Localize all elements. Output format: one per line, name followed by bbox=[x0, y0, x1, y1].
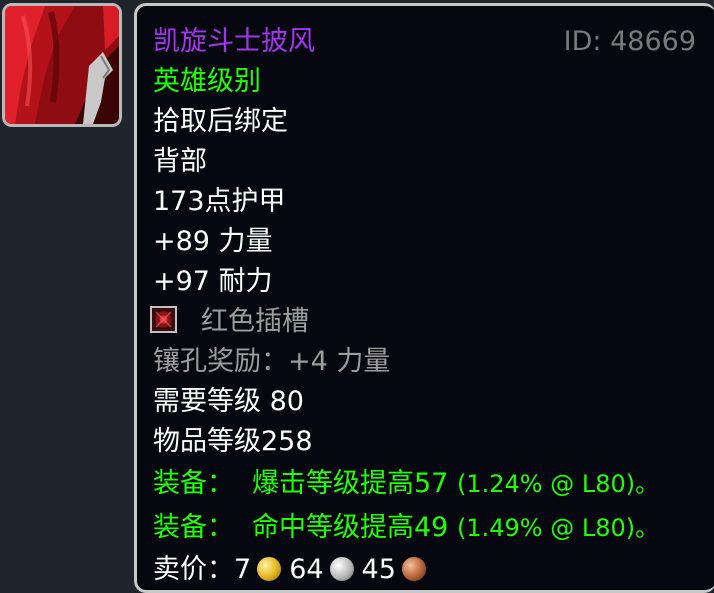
item-id: ID: 48669 bbox=[563, 26, 696, 57]
copper-coin-icon bbox=[401, 556, 426, 581]
socket-label: 红色插槽 bbox=[201, 306, 309, 337]
sell-price-label: 卖价： bbox=[153, 554, 234, 585]
item-quality: 英雄级别 bbox=[153, 66, 261, 97]
equip-effect-text: 爆击等级提高57 bbox=[252, 468, 449, 499]
red-cloak-icon[interactable] bbox=[2, 3, 122, 127]
copper-amount: 45 bbox=[361, 554, 396, 585]
equip-prefix: 装备： bbox=[153, 512, 234, 543]
stat-stamina: +97 耐力 bbox=[153, 266, 273, 297]
silver-coin-icon bbox=[329, 556, 354, 581]
equip-slot: 背部 bbox=[153, 146, 207, 177]
item-tooltip-screen: 凯旋斗士披风 ID: 48669 英雄级别 拾取后绑定 背部 173点护甲 +8… bbox=[0, 0, 714, 593]
equip-effect-hit: 装备： 命中等级提高49 (1.49% @ L80)。 bbox=[153, 508, 659, 548]
item-name: 凯旋斗士披风 bbox=[153, 26, 315, 57]
equip-effect-detail: (1.24% @ L80)。 bbox=[456, 470, 660, 498]
gold-coin-icon bbox=[257, 556, 282, 581]
stat-strength: +89 力量 bbox=[153, 226, 273, 257]
equip-prefix: 装备： bbox=[153, 468, 234, 499]
item-level: 物品等级258 bbox=[153, 426, 313, 457]
armor-value: 173点护甲 bbox=[153, 186, 286, 217]
sell-price: 卖价：7 64 45 bbox=[153, 550, 434, 590]
bind-type: 拾取后绑定 bbox=[153, 106, 288, 137]
equip-effect-text: 命中等级提高49 bbox=[252, 512, 449, 543]
red-socket-icon bbox=[150, 306, 177, 333]
silver-amount: 64 bbox=[289, 554, 324, 585]
socket-bonus: 镶孔奖励：+4 力量 bbox=[153, 346, 391, 377]
gold-amount: 7 bbox=[234, 554, 252, 585]
item-tooltip: 凯旋斗士披风 ID: 48669 英雄级别 拾取后绑定 背部 173点护甲 +8… bbox=[134, 3, 714, 593]
socket-row: 红色插槽 bbox=[150, 302, 309, 342]
equip-effect-crit: 装备： 爆击等级提高57 (1.24% @ L80)。 bbox=[153, 464, 659, 504]
required-level: 需要等级 80 bbox=[153, 386, 304, 417]
equip-effect-detail: (1.49% @ L80)。 bbox=[456, 514, 660, 542]
